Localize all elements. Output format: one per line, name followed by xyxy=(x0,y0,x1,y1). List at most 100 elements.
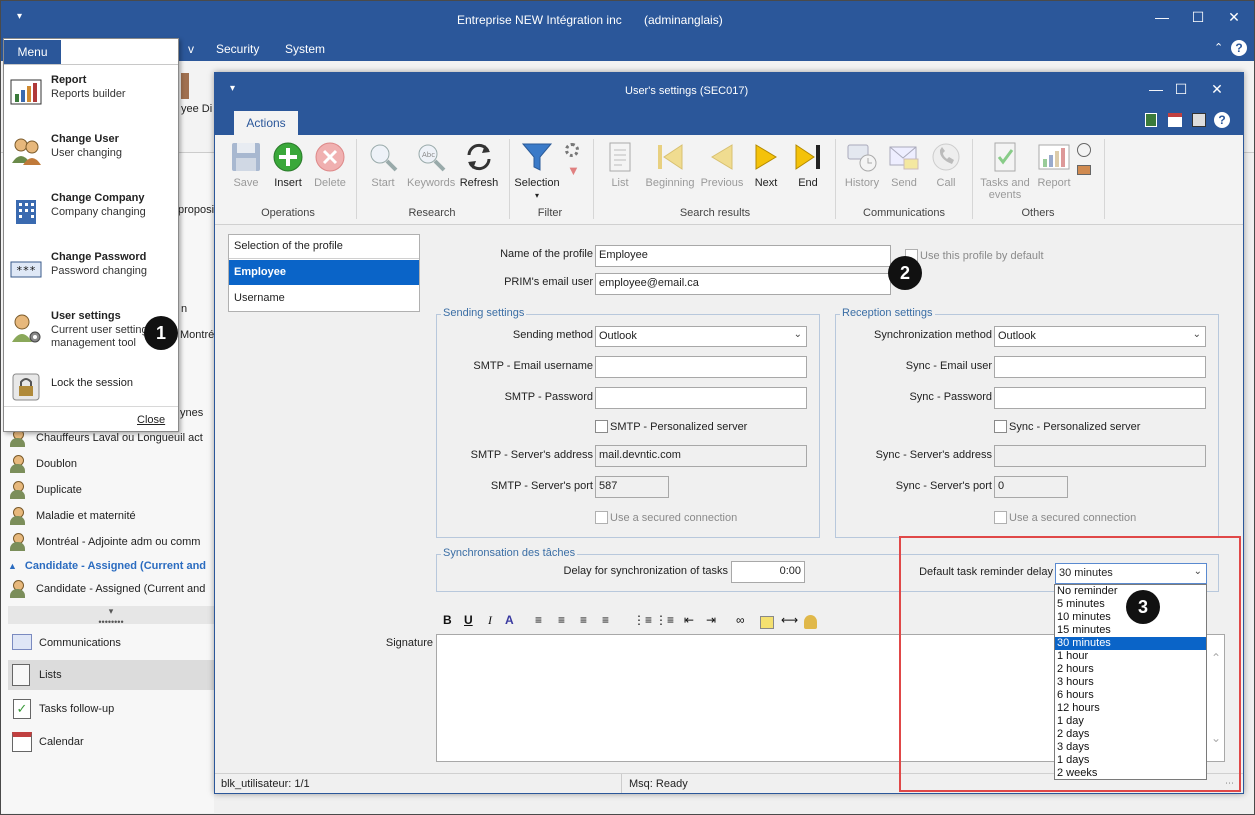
send-button[interactable]: Send xyxy=(880,141,928,189)
sync-address-input[interactable] xyxy=(994,445,1206,467)
selection-button[interactable]: Selection ▾ xyxy=(510,141,564,201)
menu-tab[interactable]: Menu xyxy=(4,40,61,64)
stamp-icon[interactable] xyxy=(804,615,817,629)
prim-email-input[interactable]: employee@email.ca xyxy=(595,273,891,295)
smtp-username-input[interactable] xyxy=(595,356,807,378)
start-button[interactable]: Start xyxy=(359,141,407,189)
beginning-button[interactable]: Beginning xyxy=(640,141,700,189)
insert-button[interactable]: Insert xyxy=(264,141,312,189)
printer-icon[interactable] xyxy=(1192,113,1206,127)
smtp-secured-checkbox[interactable] xyxy=(595,511,608,524)
keywords-button[interactable]: Abc Keywords xyxy=(407,141,455,189)
list-item[interactable]: Maladie et maternité xyxy=(8,505,214,527)
tab-actions[interactable]: Actions xyxy=(234,111,298,135)
outdent-icon[interactable]: ⇤ xyxy=(684,613,694,627)
align-center-icon[interactable]: ≡ xyxy=(558,613,565,627)
history-button[interactable]: History xyxy=(838,141,886,189)
sync-secured-label: Use a secured connection xyxy=(1009,512,1137,524)
gear-icon[interactable] xyxy=(565,143,579,157)
sync-password-input[interactable] xyxy=(994,387,1206,409)
nav-calendar[interactable]: Calendar xyxy=(8,727,214,757)
bullet-list-icon[interactable]: ⋮≡ xyxy=(655,613,674,627)
maximize-icon[interactable]: ☐ xyxy=(1183,9,1213,26)
report-button[interactable]: Report xyxy=(1030,141,1078,189)
underline-icon[interactable]: U xyxy=(464,613,473,627)
list-button[interactable]: List xyxy=(596,141,644,189)
menu-v[interactable]: v xyxy=(188,42,194,56)
toolbox-icon[interactable] xyxy=(1077,165,1091,175)
menu-item-change-user[interactable]: Change User User changing xyxy=(10,129,176,179)
sync-secured-checkbox[interactable] xyxy=(994,511,1007,524)
text-color-icon[interactable]: A xyxy=(505,613,514,627)
sync-port-input[interactable]: 0 xyxy=(994,476,1068,498)
clear-filter-icon[interactable]: ▼ xyxy=(567,163,580,178)
nav-tasks-follow-up[interactable]: ✓ Tasks follow-up xyxy=(8,694,214,724)
profile-item-selected[interactable]: Employee xyxy=(229,260,419,285)
smtp-address-input[interactable]: mail.devntic.com xyxy=(595,445,807,467)
splitter-handle[interactable]: ▾ •••••••• xyxy=(8,606,214,627)
align-right-icon[interactable]: ≡ xyxy=(580,613,587,627)
call-button[interactable]: Call xyxy=(922,141,970,189)
menu-item-change-company[interactable]: Change Company Company changing xyxy=(10,188,176,238)
list-icon xyxy=(604,141,636,173)
refresh-button[interactable]: Refresh xyxy=(455,141,503,189)
smtp-password-input[interactable] xyxy=(595,387,807,409)
sending-method-select[interactable]: Outlook ⌄ xyxy=(595,326,807,347)
sync-method-select[interactable]: Outlook ⌄ xyxy=(994,326,1206,347)
maximize-icon[interactable]: ☐ xyxy=(1166,81,1196,98)
menu-item-lock-session[interactable]: Lock the session xyxy=(10,365,176,415)
minimize-icon[interactable]: — xyxy=(1147,9,1177,25)
calculator-icon[interactable] xyxy=(1145,113,1157,127)
smtp-personalized-label: SMTP - Personalized server xyxy=(610,421,748,433)
calendar-icon[interactable] xyxy=(1168,113,1182,127)
indent-icon[interactable]: ⇥ xyxy=(706,613,716,627)
list-item-selected[interactable]: ▲ Candidate - Assigned (Current and xyxy=(8,555,214,577)
menu-system[interactable]: System xyxy=(285,42,325,56)
delete-button[interactable]: Delete xyxy=(306,141,354,189)
align-left-icon[interactable]: ≡ xyxy=(535,613,542,627)
collapse-ribbon-icon[interactable]: ⌃ xyxy=(1214,41,1223,54)
close-icon[interactable]: ✕ xyxy=(1202,81,1232,98)
next-button[interactable]: Next xyxy=(742,141,790,189)
save-button[interactable]: Save xyxy=(222,141,270,189)
smtp-personalized-checkbox[interactable] xyxy=(595,420,608,433)
sync-personalized-label: Sync - Personalized server xyxy=(1009,421,1141,433)
close-menu-link[interactable]: Close xyxy=(137,414,165,426)
sync-delay-input[interactable]: 0:00 xyxy=(731,561,805,583)
horizontal-rule-icon[interactable]: ⟷ xyxy=(781,613,798,627)
link-icon[interactable]: ∞ xyxy=(736,613,745,627)
list-item[interactable]: Duplicate xyxy=(8,479,214,501)
list-item[interactable]: Candidate - Assigned (Current and xyxy=(8,578,214,600)
image-icon[interactable] xyxy=(760,616,774,629)
menu-item-change-password[interactable]: *** Change Password Password changing xyxy=(10,247,176,297)
list-item[interactable]: Doublon xyxy=(8,453,214,475)
list-fragment-3: Montré xyxy=(180,329,215,341)
bold-icon[interactable]: B xyxy=(443,613,452,627)
italic-icon[interactable]: I xyxy=(488,613,492,628)
help-icon[interactable]: ? xyxy=(1214,112,1230,128)
list-item[interactable]: Montréal - Adjointe adm ou comm xyxy=(8,531,214,553)
nav-lists[interactable]: Lists xyxy=(8,660,214,690)
close-icon[interactable]: ✕ xyxy=(1219,9,1249,26)
numbered-list-icon[interactable]: ⋮≡ xyxy=(633,613,652,627)
quick-access-icon[interactable]: ▾ xyxy=(17,11,22,22)
smtp-username-label: SMTP - Email username xyxy=(473,360,593,372)
previous-button[interactable]: Previous xyxy=(698,141,746,189)
nav-communications[interactable]: Communications xyxy=(8,628,214,658)
profile-name-input[interactable]: Employee xyxy=(595,245,891,267)
menu-item-report[interactable]: Report Reports builder xyxy=(10,70,176,120)
app-menubar: v Security System ⌃ ? xyxy=(1,37,1254,61)
profile-item[interactable]: Username xyxy=(229,286,419,310)
quick-access-icon[interactable]: ▾ xyxy=(230,83,235,94)
end-button[interactable]: End xyxy=(784,141,832,189)
clock-icon[interactable] xyxy=(1077,143,1091,157)
justify-icon[interactable]: ≡ xyxy=(602,613,609,627)
sync-user-input[interactable] xyxy=(994,356,1206,378)
group-filter-label: Filter xyxy=(537,207,563,219)
tasks-events-button[interactable]: Tasks and events xyxy=(977,141,1033,201)
smtp-port-input[interactable]: 587 xyxy=(595,476,669,498)
menu-security[interactable]: Security xyxy=(216,42,259,56)
sync-personalized-checkbox[interactable] xyxy=(994,420,1007,433)
dialog-title: User's settings (SEC017) xyxy=(625,85,749,97)
help-icon[interactable]: ? xyxy=(1231,40,1247,56)
